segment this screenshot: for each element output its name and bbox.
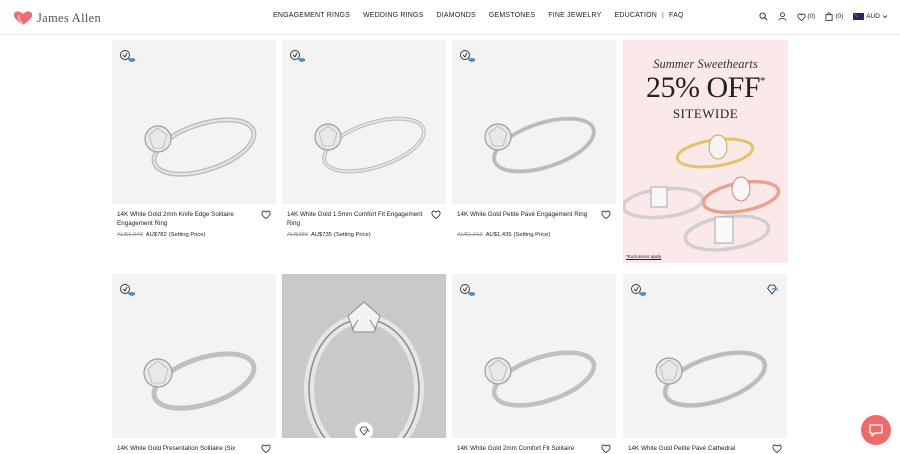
- cart-count: (0): [835, 13, 844, 20]
- promo-headline: Summer Sweethearts: [653, 57, 758, 71]
- price-note: (Setting Price): [333, 232, 371, 238]
- promo-asterisk: *: [760, 75, 766, 87]
- product-title[interactable]: 14K White Gold 2mm Knife Edge Solitaire …: [117, 211, 265, 228]
- original-price: AU$980: [287, 232, 308, 238]
- currency-label: AUD: [866, 13, 880, 20]
- ring-image: [144, 117, 257, 177]
- wishlist-heart-icon[interactable]: [601, 210, 611, 219]
- nav-wedding-rings[interactable]: WEDDING RINGS: [363, 12, 424, 19]
- ring-image: [143, 351, 257, 411]
- site-header: James Allen ENGAGEMENT RINGS WEDDING RIN…: [0, 0, 900, 35]
- sale-price: AU$735: [310, 232, 332, 238]
- ring-image: [655, 350, 768, 408]
- wishlist-heart-icon[interactable]: [261, 444, 271, 453]
- user-icon: [778, 12, 787, 21]
- brand-name: James Allen: [37, 10, 102, 25]
- cart-button[interactable]: (0): [825, 12, 843, 21]
- chat-button[interactable]: [861, 415, 891, 445]
- promo-subline: SITEWIDE: [672, 106, 739, 121]
- currency-selector[interactable]: AUD: [853, 13, 888, 20]
- product-price: AU$980 AU$735 (Setting Price): [287, 232, 371, 238]
- heart-logo-icon: [13, 11, 33, 26]
- product-image[interactable]: [452, 274, 616, 438]
- product-price: AU$1,043 AU$782 (Setting Price): [117, 232, 205, 238]
- product-image[interactable]: [112, 274, 276, 438]
- product-title[interactable]: 14K White Gold 1.5mm Comfort Fit Engagem…: [287, 211, 435, 228]
- diamond-view-icon[interactable]: [358, 426, 370, 436]
- promo-discount: 25% OFF*: [623, 71, 788, 105]
- nav-education[interactable]: EDUCATION: [615, 12, 658, 19]
- nav-faq[interactable]: FAQ: [669, 12, 684, 19]
- promo-banner[interactable]: Summer Sweethearts 25% OFF* SITEWIDE *Ex…: [623, 40, 788, 263]
- product-image[interactable]: [282, 274, 446, 438]
- original-price: AU$1,043: [117, 232, 143, 238]
- price-note: (Setting Price): [168, 232, 206, 238]
- ring-image: [282, 274, 446, 438]
- ring-image: [484, 116, 596, 174]
- sale-price: AU$1,435: [485, 232, 512, 238]
- nav-gemstones[interactable]: GEMSTONES: [489, 12, 535, 19]
- product-title[interactable]: 14K White Gold Petite Pavé Engagement Ri…: [457, 211, 605, 220]
- original-price: AU$1,913: [457, 232, 483, 238]
- product-image[interactable]: [112, 40, 276, 204]
- heart-icon: [797, 13, 806, 21]
- sale-price: AU$782: [145, 232, 167, 238]
- wishlist-count: (0): [807, 13, 816, 20]
- ring-image: [314, 116, 426, 174]
- account-button[interactable]: [778, 12, 787, 21]
- price-note: (Setting Price): [513, 232, 551, 238]
- search-icon: [759, 12, 768, 21]
- main-nav: ENGAGEMENT RINGS WEDDING RINGS DIAMONDS …: [273, 12, 684, 19]
- wishlist-heart-icon[interactable]: [431, 210, 441, 219]
- brand-logo[interactable]: James Allen: [12, 9, 101, 27]
- promo-footnote[interactable]: *Exclusions apply: [626, 254, 661, 259]
- nav-fine-jewelry[interactable]: FINE JEWELRY: [548, 12, 601, 19]
- nav-separator: |: [662, 12, 665, 19]
- search-button[interactable]: [759, 12, 768, 21]
- promo-discount-text: 25% OFF: [645, 71, 761, 104]
- ring-image: [484, 350, 597, 408]
- wishlist-heart-icon[interactable]: [601, 444, 611, 453]
- product-title[interactable]: 14K White Gold Petite Pavé Cathedral: [628, 445, 776, 454]
- nav-diamonds[interactable]: DIAMONDS: [437, 12, 476, 19]
- wishlist-heart-icon[interactable]: [261, 210, 271, 219]
- wishlist-heart-icon[interactable]: [772, 444, 782, 453]
- chevron-down-icon: [882, 15, 888, 19]
- promo-rings-image: [623, 134, 781, 252]
- product-title[interactable]: 14K White Gold Presentation Solitaire (S…: [117, 445, 265, 454]
- product-image[interactable]: [282, 40, 446, 204]
- wishlist-button[interactable]: (0): [797, 13, 815, 21]
- chat-bubble-icon: [869, 424, 883, 437]
- product-image[interactable]: [452, 40, 616, 204]
- product-title[interactable]: 14K White Gold 2mm Comfort Fit Solitaire: [457, 445, 605, 454]
- header-utilities: (0) (0) AUD: [749, 12, 888, 21]
- australia-flag-icon: [853, 13, 865, 20]
- nav-engagement-rings[interactable]: ENGAGEMENT RINGS: [273, 12, 350, 19]
- product-price: AU$1,913 AU$1,435 (Setting Price): [457, 232, 550, 238]
- product-image[interactable]: [623, 274, 787, 438]
- bag-icon: [825, 12, 833, 21]
